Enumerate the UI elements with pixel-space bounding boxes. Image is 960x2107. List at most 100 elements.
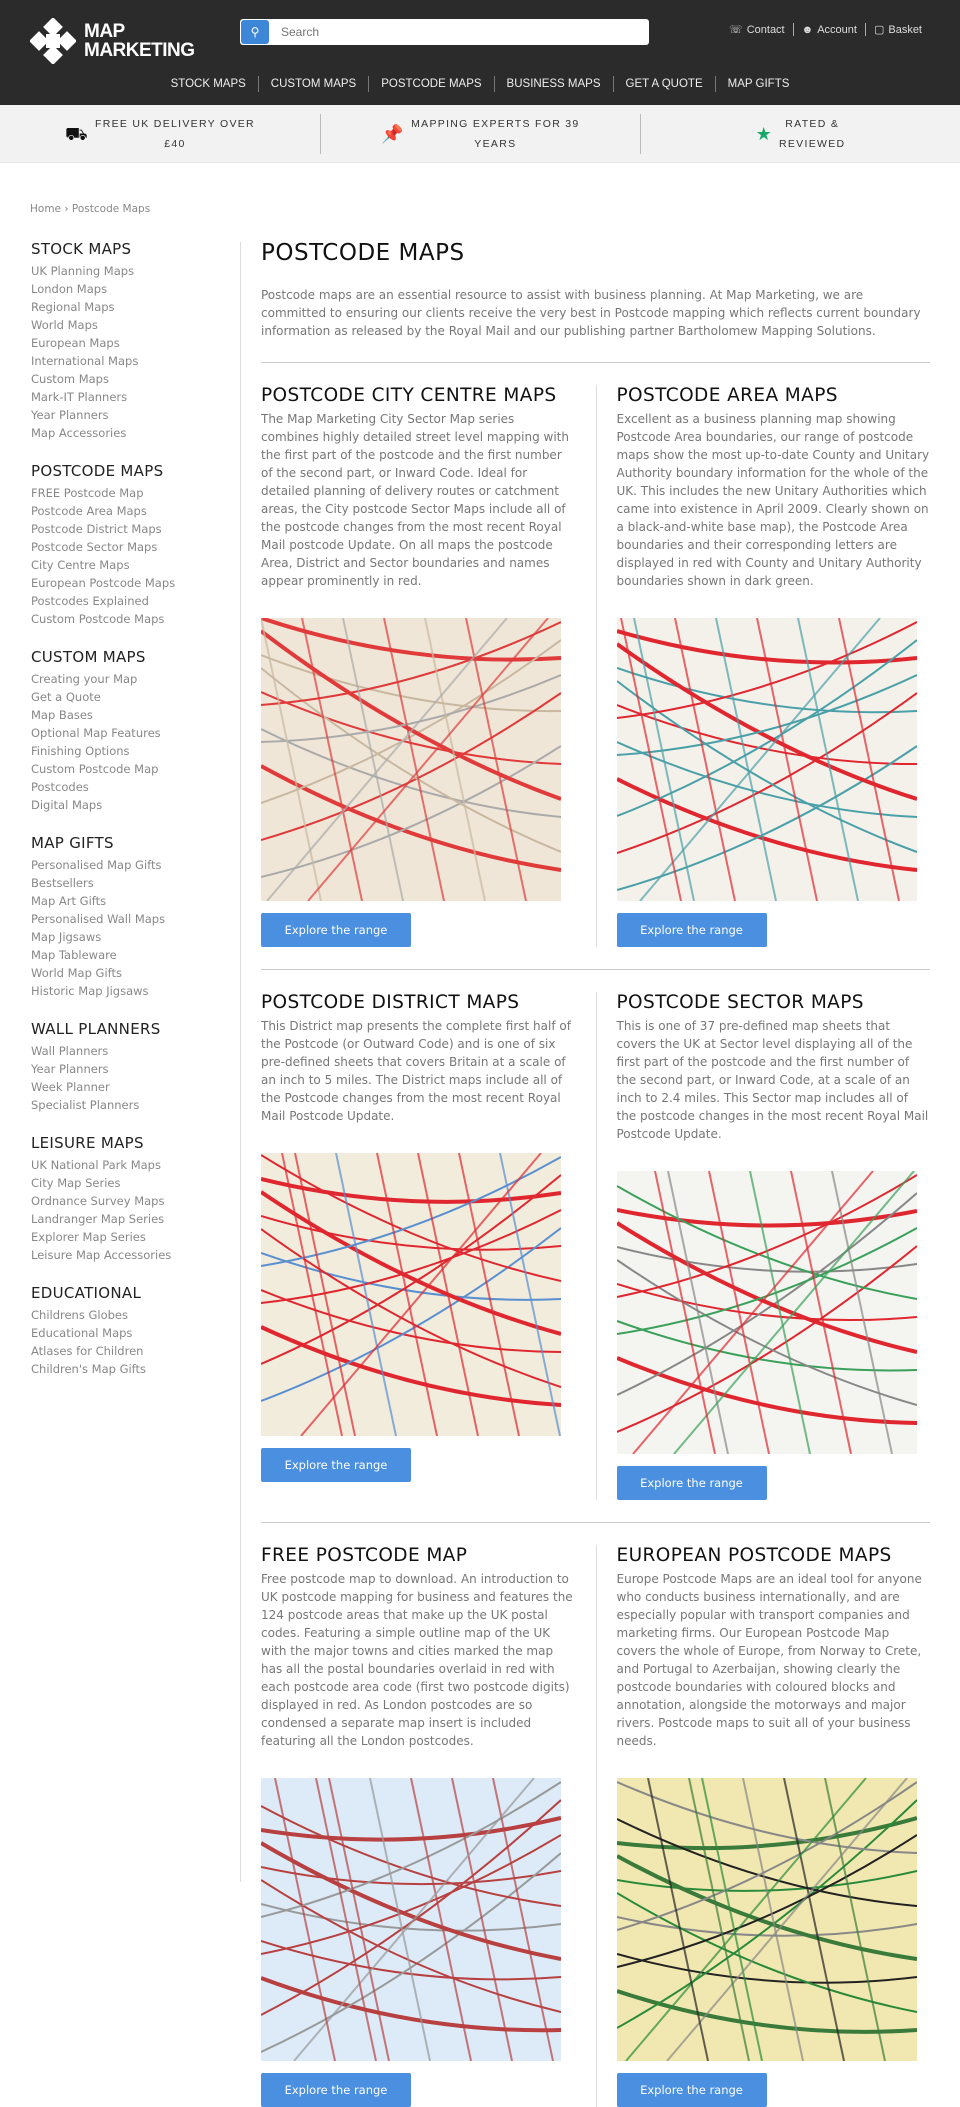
logo[interactable]: MAP MARKETING <box>30 18 195 64</box>
sidebar-heading[interactable]: STOCK MAPS <box>31 240 211 258</box>
sidebar-link[interactable]: Map Bases <box>31 706 211 724</box>
sidebar-link[interactable]: Week Planner <box>31 1078 211 1096</box>
card-text: This is one of 37 pre-defined map sheets… <box>616 1019 929 1141</box>
sidebar-heading[interactable]: LEISURE MAPS <box>31 1134 211 1152</box>
basket-icon: ▢ <box>873 24 885 36</box>
sidebar-link[interactable]: Atlases for Children <box>31 1342 211 1360</box>
card-title[interactable]: EUROPEAN POSTCODE MAPS <box>617 1545 931 1566</box>
map-image[interactable] <box>616 1778 917 2061</box>
sidebar-link[interactable]: UK National Park Maps <box>31 1156 211 1174</box>
explore-range-button[interactable]: Explore the range <box>261 1448 411 1482</box>
sidebar-link[interactable]: Wall Planners <box>31 1042 211 1060</box>
breadcrumb-home[interactable]: Home <box>30 203 61 215</box>
sidebar-link[interactable]: European Maps <box>31 334 211 352</box>
sidebar-link[interactable]: Postcode Area Maps <box>31 502 211 520</box>
sidebar-link[interactable]: World Maps <box>31 316 211 334</box>
sidebar-group: CUSTOM MAPS Creating your Map Get a Quote M… <box>31 648 211 814</box>
map-image[interactable] <box>616 1171 917 1454</box>
sidebar-link[interactable]: Map Tableware <box>31 946 211 964</box>
link-label: Basket <box>888 23 922 36</box>
sidebar-link[interactable]: Get a Quote <box>31 688 211 706</box>
account-link[interactable]: ☻ Account <box>792 23 865 36</box>
link-label: Contact <box>746 23 785 36</box>
sidebar-heading[interactable]: CUSTOM MAPS <box>31 648 211 666</box>
sidebar-link[interactable]: Ordnance Survey Maps <box>31 1192 211 1210</box>
explore-range-button[interactable]: Explore the range <box>616 913 767 947</box>
sidebar-group: WALL PLANNERS Wall Planners Year Planners W… <box>31 1020 211 1114</box>
sidebar-link[interactable]: Custom Maps <box>31 370 211 388</box>
card-title[interactable]: POSTCODE CITY CENTRE MAPS <box>261 385 576 406</box>
sidebar-link[interactable]: Creating your Map <box>31 670 211 688</box>
sidebar-link[interactable]: Explorer Map Series <box>31 1228 211 1246</box>
nav-postcode-maps[interactable]: POSTCODE MAPS <box>368 76 493 92</box>
sidebar-link[interactable]: City Centre Maps <box>31 556 211 574</box>
sidebar-link[interactable]: Regional Maps <box>31 298 211 316</box>
usp-text: MAPPING EXPERTS FOR 39 <box>411 117 580 130</box>
map-image[interactable] <box>261 1778 561 2061</box>
sidebar-group: STOCK MAPS UK Planning Maps London Maps Reg… <box>31 240 211 442</box>
sidebar-link[interactable]: Personalised Map Gifts <box>31 856 211 874</box>
sidebar-link[interactable]: Map Accessories <box>31 424 211 442</box>
sidebar-link[interactable]: Childrens Globes <box>31 1306 211 1324</box>
sidebar-heading[interactable]: EDUCATIONAL <box>31 1284 211 1302</box>
sidebar-link[interactable]: International Maps <box>31 352 211 370</box>
sidebar-link[interactable]: City Map Series <box>31 1174 211 1192</box>
sidebar-link[interactable]: Bestsellers <box>31 874 211 892</box>
map-image[interactable] <box>261 618 561 901</box>
nav-get-a-quote[interactable]: GET A QUOTE <box>612 76 715 92</box>
sidebar-link[interactable]: Landranger Map Series <box>31 1210 211 1228</box>
card-title[interactable]: FREE POSTCODE MAP <box>261 1545 576 1566</box>
sidebar-link[interactable]: Postcodes Explained <box>31 592 211 610</box>
logo-text: MARKETING <box>84 40 195 61</box>
sidebar-link[interactable]: Finishing Options <box>31 742 211 760</box>
sidebar-link[interactable]: Year Planners <box>31 406 211 424</box>
explore-range-button[interactable]: Explore the range <box>261 913 411 947</box>
sidebar-link[interactable]: Personalised Wall Maps <box>31 910 211 928</box>
sidebar-link[interactable]: FREE Postcode Map <box>31 484 211 502</box>
card-title[interactable]: POSTCODE DISTRICT MAPS <box>261 992 576 1013</box>
phone-icon: ☏ <box>728 24 743 36</box>
nav-map-gifts[interactable]: MAP GIFTS <box>714 76 802 92</box>
card-title[interactable]: POSTCODE SECTOR MAPS <box>617 992 931 1013</box>
sidebar-link[interactable]: Children's Map Gifts <box>31 1360 211 1378</box>
sidebar-link[interactable]: Mark-IT Planners <box>31 388 211 406</box>
sidebar-link[interactable]: Postcode District Maps <box>31 520 211 538</box>
star-icon: ★ <box>755 123 773 144</box>
nav-stock-maps[interactable]: STOCK MAPS <box>159 76 258 92</box>
sidebar-link[interactable]: Optional Map Features <box>31 724 211 742</box>
sidebar-heading[interactable]: WALL PLANNERS <box>31 1020 211 1038</box>
sidebar-link[interactable]: Map Jigsaws <box>31 928 211 946</box>
sidebar-link[interactable]: London Maps <box>31 280 211 298</box>
basket-link[interactable]: ▢ Basket <box>864 23 930 36</box>
sidebar-link[interactable]: Leisure Map Accessories <box>31 1246 211 1264</box>
product-row: POSTCODE DISTRICT MAPS This District map… <box>261 969 930 1500</box>
sidebar-link[interactable]: Educational Maps <box>31 1324 211 1342</box>
explore-range-button[interactable]: Explore the range <box>616 2073 767 2107</box>
sidebar-link[interactable]: Historic Map Jigsaws <box>31 982 211 1000</box>
map-image[interactable] <box>261 1153 561 1436</box>
sidebar-link[interactable]: Postcode Sector Maps <box>31 538 211 556</box>
sidebar-link[interactable]: Custom Postcode Maps <box>31 610 211 628</box>
search-button[interactable]: ⚲ <box>241 20 269 44</box>
sidebar-link[interactable]: Specialist Planners <box>31 1096 211 1114</box>
contact-link[interactable]: ☏ Contact <box>721 23 793 37</box>
sidebar-link[interactable]: World Map Gifts <box>31 964 211 982</box>
product-card: EUROPEAN POSTCODE MAPS Europe Postcode M… <box>595 1545 931 2107</box>
search-input[interactable] <box>281 25 641 39</box>
map-image[interactable] <box>616 618 917 901</box>
sidebar-link[interactable]: Postcodes <box>31 778 211 796</box>
sidebar-link[interactable]: Custom Postcode Map <box>31 760 211 778</box>
sidebar-heading[interactable]: POSTCODE MAPS <box>31 462 211 480</box>
sidebar-link[interactable]: Map Art Gifts <box>31 892 211 910</box>
explore-range-button[interactable]: Explore the range <box>616 1466 767 1500</box>
sidebar-link[interactable]: Year Planners <box>31 1060 211 1078</box>
card-title[interactable]: POSTCODE AREA MAPS <box>617 385 931 406</box>
nav-custom-maps[interactable]: CUSTOM MAPS <box>257 76 368 92</box>
explore-range-button[interactable]: Explore the range <box>261 2073 411 2107</box>
sidebar-link[interactable]: UK Planning Maps <box>31 262 211 280</box>
sidebar-link[interactable]: European Postcode Maps <box>31 574 211 592</box>
sidebar-link[interactable]: Digital Maps <box>31 796 211 814</box>
usp-experts: 📌 MAPPING EXPERTS FOR 39 YEARS <box>320 113 640 154</box>
nav-business-maps[interactable]: BUSINESS MAPS <box>493 76 613 92</box>
sidebar-heading[interactable]: MAP GIFTS <box>31 834 211 852</box>
